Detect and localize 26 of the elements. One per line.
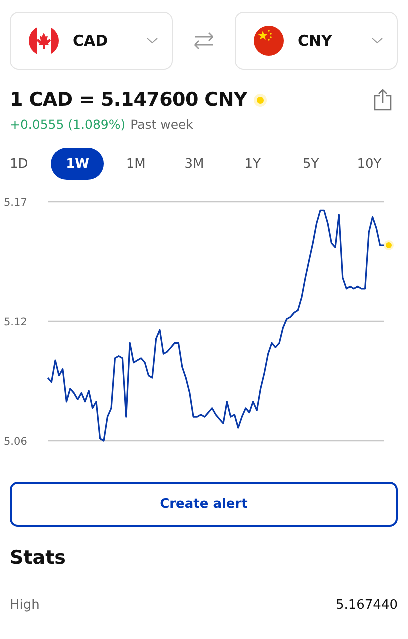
rate-change: +0.0555 (1.089%) [10, 117, 126, 132]
flag-icon [254, 26, 284, 56]
current-point [384, 240, 394, 250]
flag-icon [29, 26, 59, 56]
stat-value: 5.167440 [336, 598, 398, 613]
section-title: Stats [10, 547, 67, 569]
period-tab[interactable]: 1Y [226, 148, 280, 180]
currency-selector[interactable]: CNY [235, 12, 398, 70]
period-tab[interactable]: 5Y [284, 148, 338, 180]
axis-label: 5.06 [4, 436, 28, 448]
period-tab[interactable]: 10Y [342, 148, 396, 180]
stat-label: High [10, 598, 40, 613]
axis-label: 5.17 [4, 197, 28, 209]
swap-icon[interactable] [193, 32, 215, 50]
period-tab[interactable]: 1M [110, 148, 163, 180]
chevron-down-icon [147, 38, 158, 44]
create-alert-button[interactable]: Create alert [10, 482, 398, 527]
currency-selector[interactable]: CAD [10, 12, 173, 70]
axis-label: 5.12 [4, 316, 28, 328]
exchange-rate: 1 CAD = 5.147600 CNY [10, 89, 248, 111]
period-label: Past week [130, 117, 194, 132]
chevron-down-icon [372, 38, 383, 44]
period-tab[interactable]: 1D [10, 148, 46, 180]
share-button[interactable] [374, 89, 392, 111]
period-tab[interactable]: 3M [168, 148, 221, 180]
period-tab[interactable]: 1W [51, 148, 104, 180]
